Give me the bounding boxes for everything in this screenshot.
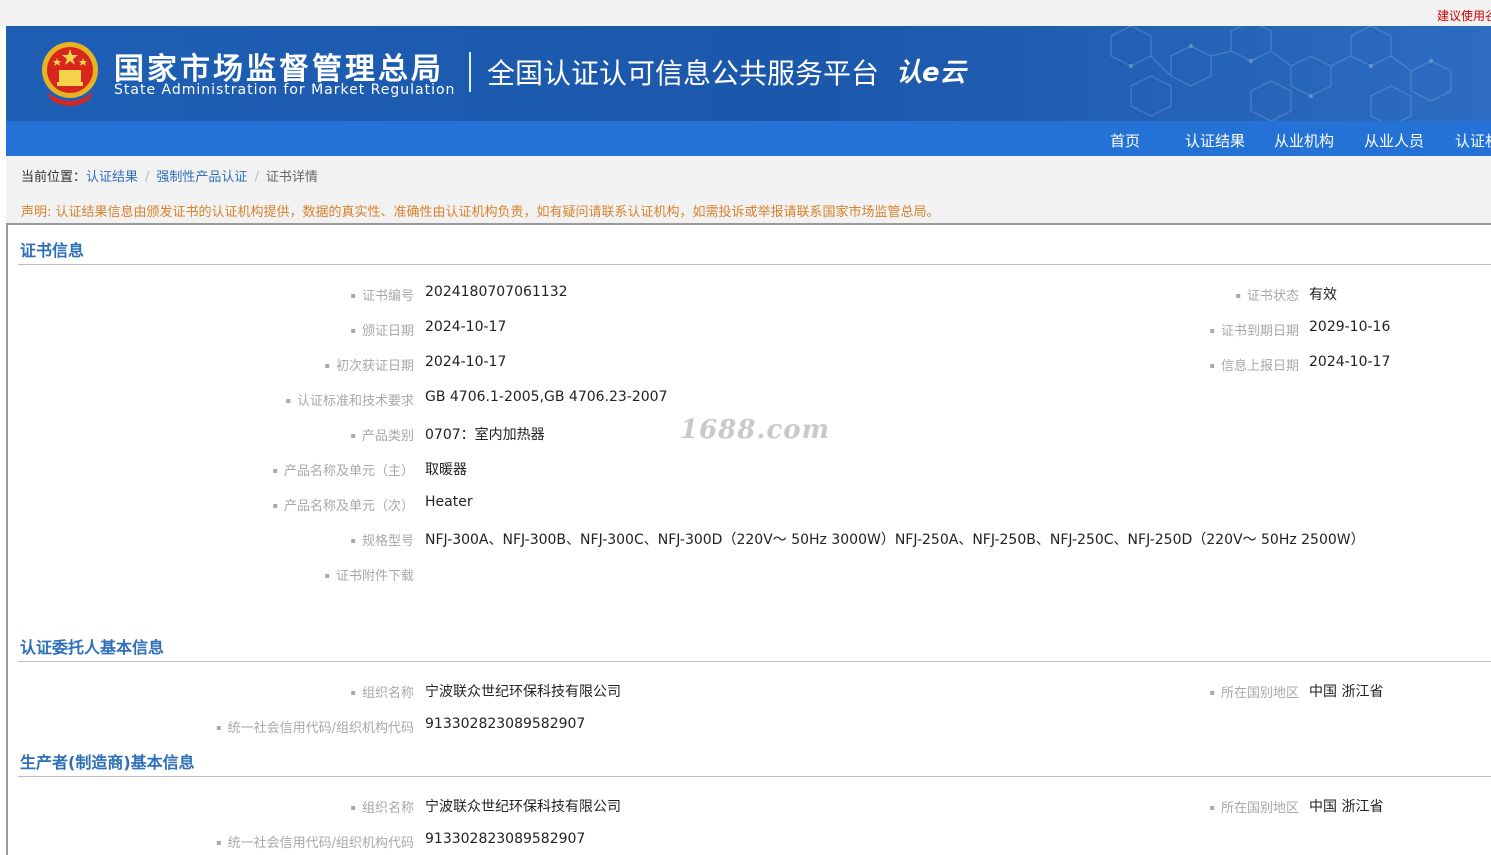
header-divider xyxy=(469,52,471,92)
expiry-date-value: 2029-10-16 xyxy=(1309,319,1391,335)
national-emblem-icon xyxy=(42,42,98,106)
cert-no-value: 2024180707061132 xyxy=(425,284,568,300)
breadcrumb-cert-results[interactable]: 认证结果 xyxy=(86,170,138,185)
platform-title: 全国认证认可信息公共服务平台 xyxy=(487,57,880,90)
client-region-label: 所在国别地区 xyxy=(1099,682,1299,701)
nav-cert-bodies[interactable]: 认证机 xyxy=(1455,130,1491,151)
cert-status-label: 证书状态 xyxy=(1099,285,1299,304)
category-value: 0707：室内加热器 xyxy=(425,427,545,443)
main-nav: 首页 认证结果 从业机构 从业人员 认证机 xyxy=(6,121,1491,156)
standard-value: GB 4706.1-2005,GB 4706.23-2007 xyxy=(425,389,668,405)
manufacturer-region-label: 所在国别地区 xyxy=(1099,797,1299,816)
issue-date-label: 颁证日期 xyxy=(0,320,414,339)
top-strip: 建议使用谷 xyxy=(0,0,1491,26)
org-name-en: State Administration for Market Regulati… xyxy=(114,82,456,98)
manufacturer-code-value: 913302823089582907 xyxy=(425,831,586,847)
platform-logo-mark: 认e云 xyxy=(896,58,966,88)
nav-home[interactable]: 首页 xyxy=(1110,130,1140,151)
nav-institutions[interactable]: 从业机构 xyxy=(1274,130,1334,151)
first-date-value: 2024-10-17 xyxy=(425,354,507,370)
client-code-value: 913302823089582907 xyxy=(425,716,586,732)
hexagon-pattern-decoration xyxy=(1110,26,1452,121)
nav-personnel[interactable]: 从业人员 xyxy=(1364,130,1424,151)
client-org-label: 组织名称 xyxy=(0,682,414,701)
site-header: 国家市场监督管理总局 State Administration for Mark… xyxy=(6,26,1491,121)
breadcrumb-separator: / xyxy=(145,170,150,185)
breadcrumb-separator: / xyxy=(254,170,259,185)
standard-label: 认证标准和技术要求 xyxy=(0,390,414,409)
section-divider xyxy=(18,264,1491,265)
section-title-manufacturer: 生产者(制造商)基本信息 xyxy=(20,753,195,772)
section-divider xyxy=(18,661,1491,662)
model-value: NFJ-300A、NFJ-300B、NFJ-300C、NFJ-300D（220V… xyxy=(425,532,1365,548)
expiry-date-label: 证书到期日期 xyxy=(1099,320,1299,339)
manufacturer-org-value: 宁波联众世纪环保科技有限公司 xyxy=(425,799,621,815)
watermark-logo: 1688.com xyxy=(680,415,831,445)
issue-date-value: 2024-10-17 xyxy=(425,319,507,335)
report-date-value: 2024-10-17 xyxy=(1309,354,1391,370)
report-date-label: 信息上报日期 xyxy=(1099,355,1299,374)
manufacturer-org-label: 组织名称 xyxy=(0,797,414,816)
product-sub-value: Heater xyxy=(425,494,473,510)
client-region-value: 中国 浙江省 xyxy=(1309,684,1384,700)
breadcrumb: 当前位置：认证结果 / 强制性产品认证 / 证书详情 xyxy=(21,166,318,185)
nav-cert-results[interactable]: 认证结果 xyxy=(1185,130,1245,151)
manufacturer-region-value: 中国 浙江省 xyxy=(1309,799,1384,815)
section-divider xyxy=(18,776,1491,777)
breadcrumb-bar: 当前位置：认证结果 / 强制性产品认证 / 证书详情 声明: 认证结果信息由颁发证书的认… xyxy=(6,156,1491,223)
first-date-label: 初次获证日期 xyxy=(0,355,414,374)
breadcrumb-prefix: 当前位置： xyxy=(21,170,87,185)
cert-no-label: 证书编号 xyxy=(0,285,414,304)
product-main-label: 产品名称及单元（主） xyxy=(0,460,414,479)
client-org-value: 宁波联众世纪环保科技有限公司 xyxy=(425,684,621,700)
model-label: 规格型号 xyxy=(0,530,414,549)
breadcrumb-ccc[interactable]: 强制性产品认证 xyxy=(156,170,247,185)
client-code-label: 统一社会信用代码/组织机构代码 xyxy=(0,717,414,736)
disclaimer-notice: 声明: 认证结果信息由颁发证书的认证机构提供，数据的真实性、准确性由认证机构负责… xyxy=(21,205,940,220)
section-title-certificate: 证书信息 xyxy=(20,241,85,260)
manufacturer-code-label: 统一社会信用代码/组织机构代码 xyxy=(0,832,414,851)
product-main-value: 取暖器 xyxy=(425,462,467,478)
cert-status-value: 有效 xyxy=(1309,287,1337,303)
breadcrumb-current: 证书详情 xyxy=(265,170,318,185)
product-sub-label: 产品名称及单元（次） xyxy=(0,495,414,514)
browser-tip[interactable]: 建议使用谷 xyxy=(1437,7,1491,24)
certificate-detail-panel: 证书信息 证书编号 2024180707061132 证书状态 有效 颁证日期 … xyxy=(6,223,1491,855)
category-label: 产品类别 xyxy=(0,425,414,444)
section-title-client: 认证委托人基本信息 xyxy=(20,638,165,657)
attachment-label: 证书附件下载 xyxy=(0,565,414,584)
